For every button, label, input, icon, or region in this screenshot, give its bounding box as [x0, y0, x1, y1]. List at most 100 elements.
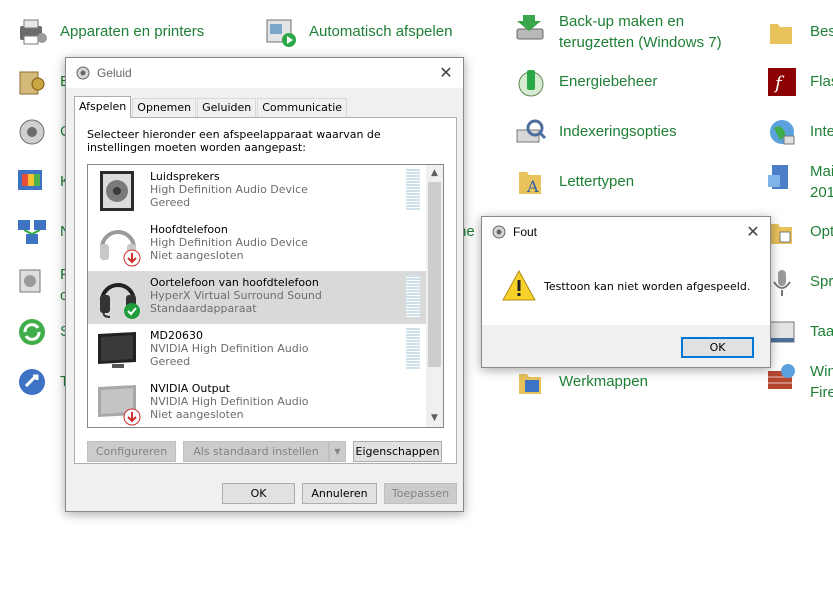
error-dialog-titlebar[interactable]: Fout ✕	[482, 217, 770, 247]
scroll-up-icon[interactable]: ▲	[426, 165, 443, 182]
cp-item-e[interactable]: E	[16, 66, 70, 98]
error-message: Testtoon kan niet worden afgespeeld.	[544, 280, 751, 293]
monitor-icon	[94, 379, 142, 427]
cp-item-bes[interactable]: Bes	[766, 16, 833, 48]
cp-item-energy[interactable]: Energiebeheer	[515, 66, 657, 98]
device-item-md20630[interactable]: MD20630 NVIDIA High Definition Audio Ger…	[88, 324, 428, 377]
tab-communicatie[interactable]: Communicatie	[257, 98, 348, 117]
device-driver: High Definition Audio Device	[150, 236, 308, 249]
device-item-oortelefoon[interactable]: Oortelefoon van hoofdtelefoon HyperX Vir…	[88, 271, 428, 324]
tab-opnemen[interactable]: Opnemen	[132, 98, 197, 117]
device-name: Luidsprekers	[150, 170, 220, 183]
cp-item-t[interactable]: T	[16, 366, 69, 398]
folder-icon	[766, 16, 798, 48]
intro-text: Selecteer hieronder een afspeelapparaat …	[87, 128, 381, 154]
cp-item-autoplay[interactable]: Automatisch afspelen	[265, 16, 452, 48]
device-status: Standaardapparaat	[150, 302, 257, 315]
cp-item-folder-options[interactable]: Opt	[766, 216, 833, 248]
cp-item-workfolders[interactable]: Werkmappen	[515, 366, 648, 398]
cp-label-mai: Mai	[810, 163, 833, 180]
mail-icon	[766, 161, 798, 193]
cp-item-indexing[interactable]: Indexeringsopties	[515, 116, 677, 148]
device-list[interactable]: Luidsprekers High Definition Audio Devic…	[87, 164, 444, 428]
device-item-hoofdtelefoon[interactable]: Hoofdtelefoon High Definition Audio Devi…	[88, 218, 428, 271]
device-list-scrollbar[interactable]: ▲ ▼	[426, 165, 443, 427]
cp-item-backup[interactable]: Back-up maken en terugzetten (Windows 7)	[515, 11, 739, 53]
playback-panel: Selecteer hieronder een afspeelapparaat …	[74, 117, 457, 464]
device-driver: NVIDIA High Definition Audio	[150, 342, 309, 355]
printer-icon	[16, 16, 48, 48]
device-item-nvidia-output[interactable]: NVIDIA Output NVIDIA High Definition Aud…	[88, 377, 428, 427]
globe-icon	[766, 116, 798, 148]
cp-item-flash[interactable]: f Flas	[766, 66, 833, 98]
troubleshoot-icon	[16, 366, 48, 398]
cp-item-n[interactable]: N	[16, 216, 71, 248]
error-dialog-title: Fout	[513, 225, 538, 239]
set-default-button[interactable]: Als standaard instellen	[183, 441, 329, 462]
credential-icon	[16, 66, 48, 98]
volume-meter	[406, 169, 420, 211]
sync-icon	[16, 316, 48, 348]
tab-afspelen[interactable]: Afspelen	[74, 96, 132, 118]
cp-item-internet[interactable]: Inte	[766, 116, 833, 148]
headphones-icon	[94, 220, 142, 268]
speaker-icon	[76, 66, 90, 80]
cp-label-fire: Fire	[810, 384, 833, 401]
battery-icon	[515, 66, 547, 98]
sound-dialog-title: Geluid	[97, 66, 132, 80]
device-name: Oortelefoon van hoofdtelefoon	[150, 276, 319, 289]
cp-item-fonts[interactable]: A Lettertypen	[515, 166, 634, 198]
device-driver: High Definition Audio Device	[150, 183, 308, 196]
cp-item-s[interactable]: S	[16, 316, 70, 348]
apply-button[interactable]: Toepassen	[384, 483, 457, 504]
volume-meter	[406, 275, 420, 317]
cp-item-k[interactable]: K	[16, 166, 70, 198]
index-icon	[515, 116, 547, 148]
volume-meter	[406, 328, 420, 370]
flash-icon: f	[766, 66, 798, 98]
device-name: NVIDIA Output	[150, 382, 230, 395]
scroll-down-icon[interactable]: ▼	[426, 410, 443, 427]
device-status: Gereed	[150, 196, 191, 209]
cancel-button[interactable]: Annuleren	[302, 483, 377, 504]
device-status: Gereed	[150, 355, 191, 368]
device-item-luidsprekers[interactable]: Luidsprekers High Definition Audio Devic…	[88, 165, 428, 218]
configure-button[interactable]: Configureren	[87, 441, 176, 462]
close-icon[interactable]: ✕	[742, 221, 764, 243]
cp-item-firewall[interactable]: Win Fire	[766, 361, 833, 403]
speaker-icon	[16, 116, 48, 148]
backup-icon	[515, 11, 547, 43]
error-dialog: Fout ✕ Testtoon kan niet worden afgespee…	[481, 216, 771, 368]
set-default-dropdown[interactable]: ▼	[329, 441, 346, 462]
device-name: Hoofdtelefoon	[150, 223, 228, 236]
speaker-icon	[492, 225, 506, 239]
cp-item-c[interactable]: C	[16, 116, 71, 148]
programs-icon	[16, 264, 48, 296]
cp-item-devices-printers[interactable]: Apparaten en printers	[16, 16, 204, 48]
tab-geluiden[interactable]: Geluiden	[197, 98, 257, 117]
headset-icon	[94, 273, 142, 321]
device-driver: NVIDIA High Definition Audio	[150, 395, 309, 408]
close-icon[interactable]: ✕	[435, 62, 457, 84]
cp-item-speech[interactable]: Spr	[766, 266, 833, 298]
device-driver: HyperX Virtual Surround Sound	[150, 289, 322, 302]
device-status: Niet aangesloten	[150, 249, 244, 262]
device-status: Niet aangesloten	[150, 408, 244, 421]
warning-icon	[502, 269, 536, 301]
cp-label-201: 201	[810, 184, 833, 201]
error-ok-button[interactable]: OK	[681, 337, 754, 358]
monitor-icon	[94, 326, 142, 374]
cp-item-mail[interactable]: Mai 201	[766, 161, 833, 203]
network-icon	[16, 216, 48, 248]
color-icon	[16, 166, 48, 198]
scroll-thumb[interactable]	[428, 182, 441, 367]
sound-dialog: Geluid ✕ Afspelen Opnemen Geluiden Commu…	[65, 57, 464, 512]
speakers-icon	[94, 167, 142, 215]
autoplay-icon	[265, 16, 297, 48]
sound-dialog-titlebar[interactable]: Geluid ✕	[66, 58, 463, 88]
font-folder-icon: A	[515, 166, 547, 198]
ok-button[interactable]: OK	[222, 483, 295, 504]
cp-item-taskbar[interactable]: Taa	[766, 316, 833, 348]
cp-label-win: Win	[810, 363, 833, 380]
properties-button[interactable]: Eigenschappen	[353, 441, 442, 462]
